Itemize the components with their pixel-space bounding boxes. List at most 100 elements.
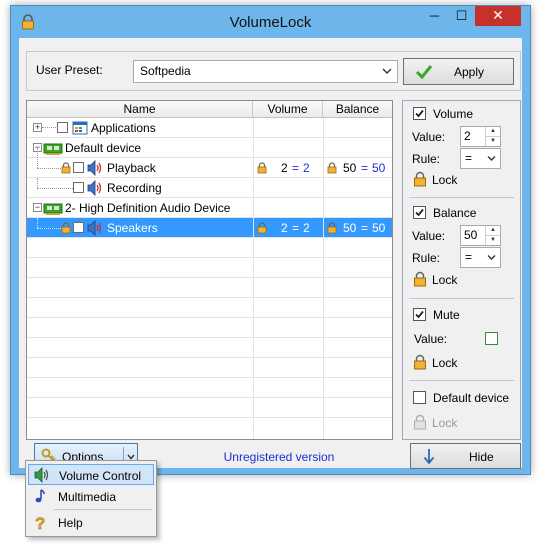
chevron-down-icon [487, 255, 496, 260]
menu-item-multimedia[interactable]: Multimedia [28, 486, 154, 507]
apply-button-label: Apply [454, 65, 485, 79]
volume-control-icon [34, 467, 49, 483]
table-row [27, 258, 392, 278]
volume-checkbox[interactable] [413, 107, 426, 120]
table-row [27, 278, 392, 298]
default-device-checkbox[interactable] [413, 391, 426, 404]
expand-toggle[interactable]: + [33, 123, 42, 132]
recording-checkbox[interactable] [73, 182, 84, 193]
balance-target: 50 [372, 221, 386, 235]
tree-row-hd-audio-device[interactable]: − 2- High Definition Audio Device [27, 198, 392, 218]
app-window: VolumeLock ─ ☐ ✕ User Preset: Softpedia … [10, 5, 531, 475]
lock-icon [414, 354, 426, 370]
hide-button-label: Hide [469, 450, 494, 464]
lock-icon [61, 162, 71, 174]
tree-connector [37, 168, 61, 169]
volume-rule-value: = [465, 151, 473, 165]
equals-sign: = [361, 221, 369, 235]
equals-sign: = [361, 161, 369, 175]
speaker-icon [87, 180, 102, 196]
tree-connector [42, 127, 56, 128]
tree-header: Name Volume Balance [27, 101, 392, 118]
tree-row-default-device[interactable]: − Default device [27, 138, 392, 158]
user-preset-label: User Preset: [36, 63, 103, 77]
apply-button[interactable]: Apply [403, 58, 514, 85]
balance-rule-dropdown[interactable]: = [460, 247, 501, 268]
tree-row-label: Recording [107, 181, 162, 195]
volume-lock-label[interactable]: Lock [432, 173, 457, 187]
sound-card-icon [43, 203, 63, 215]
mute-value-checkbox[interactable] [485, 332, 498, 345]
checkmark-icon [415, 65, 433, 80]
tree-connector [37, 228, 61, 229]
balance-value-spinner[interactable]: 50 ▲ ▼ [460, 225, 501, 246]
balance-checkbox[interactable] [413, 206, 426, 219]
svg-text:?: ? [35, 514, 45, 532]
tree-row-speakers[interactable]: Speakers 2 = 2 50 = 50 [27, 218, 392, 238]
title-bar[interactable]: VolumeLock ─ ☐ ✕ [11, 6, 530, 37]
collapse-toggle[interactable]: − [33, 203, 42, 212]
spinner-buttons[interactable]: ▲ ▼ [485, 127, 500, 146]
tree-row-label: 2- High Definition Audio Device [65, 201, 231, 215]
balance-lock-label[interactable]: Lock [432, 273, 457, 287]
table-row [27, 418, 392, 438]
table-row [27, 378, 392, 398]
balance-value-label: Value: [412, 229, 446, 243]
speaker-icon [87, 160, 102, 176]
tree-row-label: Playback [107, 161, 156, 175]
playback-checkbox[interactable] [73, 162, 84, 173]
maximize-button[interactable]: ☐ [448, 6, 475, 26]
menu-item-help[interactable]: ? Help [28, 512, 154, 533]
balance-rule-label: Rule: [412, 251, 441, 265]
equals-sign: = [292, 221, 300, 235]
balance-current: 50 [343, 161, 357, 175]
volume-current: 2 [281, 221, 288, 235]
column-divider [253, 118, 254, 439]
volume-target: 2 [303, 161, 310, 175]
default-device-lock-label: Lock [432, 416, 458, 430]
chevron-down-icon [382, 68, 392, 74]
lock-disabled-icon [414, 414, 426, 430]
spinner-buttons[interactable]: ▲ ▼ [485, 226, 500, 245]
mute-lock-label[interactable]: Lock [432, 356, 457, 370]
column-balance[interactable]: Balance [323, 101, 392, 118]
tree-row-recording[interactable]: Recording [27, 178, 392, 198]
balance-target: 50 [372, 161, 386, 175]
lock-icon [61, 222, 71, 234]
tree-connector [37, 148, 38, 168]
music-note-icon [35, 489, 45, 503]
spin-down-icon[interactable]: ▼ [486, 137, 500, 146]
close-button[interactable]: ✕ [475, 6, 521, 26]
table-row [27, 298, 392, 318]
user-preset-dropdown[interactable]: Softpedia [133, 60, 398, 83]
spin-up-icon[interactable]: ▲ [486, 127, 500, 137]
speakers-checkbox[interactable] [73, 222, 84, 233]
menu-item-volume-control[interactable]: Volume Control [28, 464, 154, 485]
column-volume[interactable]: Volume [253, 101, 323, 118]
tree-row-playback[interactable]: Playback 2 = 2 50 = 50 [27, 148, 392, 178]
column-divider [323, 118, 324, 439]
volume-value: 2 [464, 129, 471, 143]
column-name[interactable]: Name [27, 101, 253, 118]
device-tree[interactable]: Name Volume Balance + Applications − Def… [26, 100, 393, 440]
table-row [27, 238, 392, 258]
tree-row-label: Applications [91, 121, 156, 135]
minimize-button[interactable]: ─ [421, 6, 448, 26]
applications-checkbox[interactable] [57, 122, 68, 133]
mute-checkbox[interactable] [413, 308, 426, 321]
table-row [27, 358, 392, 378]
hide-button[interactable]: Hide [410, 443, 521, 469]
sound-card-icon [43, 143, 63, 155]
lock-icon [327, 162, 337, 174]
spin-down-icon[interactable]: ▼ [486, 236, 500, 245]
tree-row-label: Default device [65, 141, 142, 155]
balance-current: 50 [343, 221, 357, 235]
separator [409, 380, 514, 381]
spin-up-icon[interactable]: ▲ [486, 226, 500, 236]
separator [409, 298, 514, 299]
volume-value-spinner[interactable]: 2 ▲ ▼ [460, 126, 501, 147]
balance-rule-value: = [465, 250, 473, 264]
volume-rule-dropdown[interactable]: = [460, 148, 501, 169]
tree-row-applications[interactable]: + Applications [27, 118, 392, 138]
user-preset-value: Softpedia [140, 64, 191, 78]
